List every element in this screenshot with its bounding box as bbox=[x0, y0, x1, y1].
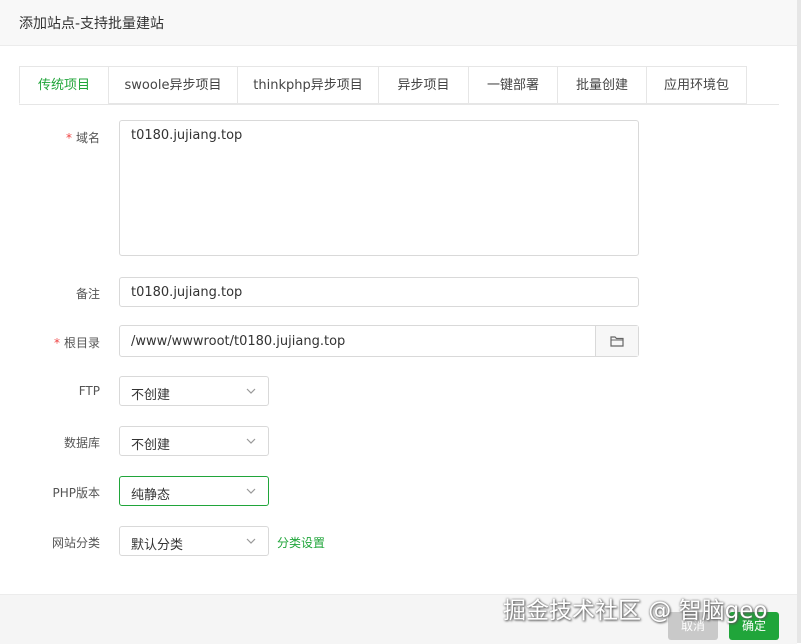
tab-batch-create[interactable]: 批量创建 bbox=[557, 66, 646, 104]
dialog-title: 添加站点-支持批量建站 bbox=[19, 16, 165, 32]
window-edge bbox=[797, 0, 801, 643]
tab-traditional-project[interactable]: 传统项目 bbox=[19, 66, 108, 104]
site-category-label: 网站分类 bbox=[51, 536, 100, 550]
chevron-down-icon bbox=[246, 538, 256, 544]
remark-label: 备注 bbox=[75, 287, 100, 301]
tab-async-project[interactable]: 异步项目 bbox=[378, 66, 468, 104]
add-site-dialog: 添加站点-支持批量建站 传统项目 swoole异步项目 thinkphp异步项目… bbox=[0, 0, 801, 644]
root-dir-value: /www/wwwroot/t0180.jujiang.top bbox=[131, 334, 346, 349]
domain-label-text: 域名 bbox=[75, 131, 100, 145]
folder-icon bbox=[610, 336, 624, 347]
php-version-value: 纯静态 bbox=[131, 488, 171, 503]
ftp-value: 不创建 bbox=[131, 388, 171, 403]
php-version-select[interactable]: 纯静态 bbox=[119, 476, 269, 506]
chevron-down-icon bbox=[246, 388, 256, 394]
database-select[interactable]: 不创建 bbox=[119, 426, 269, 456]
ftp-label: FTP bbox=[78, 384, 100, 398]
required-mark: * bbox=[53, 336, 60, 350]
remark-input[interactable]: t0180.jujiang.top bbox=[119, 277, 639, 307]
root-dir-label-text: 根目录 bbox=[63, 336, 100, 350]
php-version-label: PHP版本 bbox=[52, 486, 101, 500]
domain-label: * 域名 bbox=[0, 129, 100, 146]
tab-thinkphp-project[interactable]: thinkphp异步项目 bbox=[237, 66, 378, 104]
chevron-down-icon bbox=[246, 438, 256, 444]
root-dir-label: * 根目录 bbox=[0, 334, 100, 351]
browse-folder-button[interactable] bbox=[595, 326, 638, 356]
dialog-titlebar: 添加站点-支持批量建站 bbox=[0, 0, 797, 46]
domain-value: t0180.jujiang.top bbox=[131, 128, 243, 143]
database-label: 数据库 bbox=[63, 436, 100, 450]
tab-one-click-deploy[interactable]: 一键部署 bbox=[468, 66, 557, 104]
project-type-tabs: 传统项目 swoole异步项目 thinkphp异步项目 异步项目 一键部署 批… bbox=[19, 66, 779, 105]
tab-swoole-project[interactable]: swoole异步项目 bbox=[108, 66, 237, 104]
chevron-down-icon bbox=[246, 488, 256, 494]
category-settings-link[interactable]: 分类设置 bbox=[277, 534, 325, 551]
remark-value: t0180.jujiang.top bbox=[131, 285, 243, 300]
root-dir-input[interactable]: /www/wwwroot/t0180.jujiang.top bbox=[119, 325, 639, 357]
watermark: 掘金技术社区 @ 智脑geo bbox=[503, 598, 768, 624]
ftp-select[interactable]: 不创建 bbox=[119, 376, 269, 406]
site-category-select[interactable]: 默认分类 bbox=[119, 526, 269, 556]
database-value: 不创建 bbox=[131, 438, 171, 453]
domain-textarea[interactable]: t0180.jujiang.top bbox=[119, 120, 639, 256]
tab-app-env-package[interactable]: 应用环境包 bbox=[646, 66, 747, 104]
required-mark: * bbox=[65, 131, 72, 145]
site-category-value: 默认分类 bbox=[131, 538, 184, 553]
